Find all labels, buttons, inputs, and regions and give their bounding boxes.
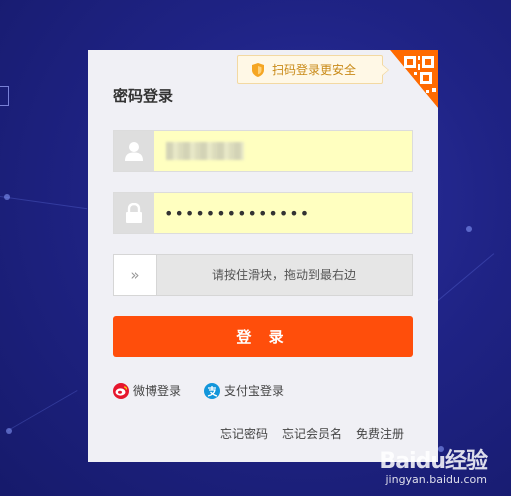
login-panel: 密码登录 扫码登录更安全 •••••••••••••• » 请按住滑块，拖动到最…	[88, 50, 438, 462]
weibo-login-link[interactable]: 微博登录	[113, 382, 181, 399]
login-button[interactable]: 登 录	[113, 316, 413, 357]
qr-tip-text: 扫码登录更安全	[272, 63, 357, 77]
forgot-password-link[interactable]: 忘记密码	[220, 425, 268, 442]
background-line	[0, 196, 88, 210]
account-links: 忘记密码 忘记会员名 免费注册	[220, 425, 404, 442]
double-chevron-right-icon: »	[130, 266, 140, 284]
register-link[interactable]: 免费注册	[356, 425, 404, 442]
shield-icon	[252, 62, 264, 77]
alipay-login-link[interactable]: 支付宝登录	[204, 382, 284, 399]
alipay-login-label: 支付宝登录	[224, 384, 285, 398]
background-dot	[466, 226, 472, 232]
slider-captcha: » 请按住滑块，拖动到最右边	[113, 254, 413, 296]
slider-hint: 请按住滑块，拖动到最右边	[211, 268, 356, 282]
password-field[interactable]	[113, 192, 413, 234]
qr-login-tip[interactable]: 扫码登录更安全	[237, 55, 389, 84]
weibo-login-label: 微博登录	[133, 384, 182, 398]
page-title: 密码登录	[113, 87, 174, 105]
background-line	[7, 390, 78, 431]
slider-handle[interactable]: »	[114, 255, 157, 295]
baidu-jingyan-watermark: Baidu经验 jingyan.baidu.com	[379, 443, 488, 486]
username-field[interactable]	[113, 130, 413, 172]
cube-icon	[0, 86, 9, 106]
watermark-logo: Baidu经验	[379, 449, 488, 474]
qrcode-icon[interactable]	[390, 50, 438, 108]
watermark-url: jingyan.baidu.com	[385, 473, 487, 486]
lock-icon	[114, 193, 154, 233]
forgot-username-link[interactable]: 忘记会员名	[282, 425, 342, 442]
alipay-icon	[204, 382, 220, 399]
weibo-icon	[113, 382, 129, 399]
user-icon	[114, 131, 154, 171]
password-input[interactable]	[154, 193, 412, 233]
background-line	[437, 253, 495, 301]
blurred-username	[166, 142, 244, 160]
